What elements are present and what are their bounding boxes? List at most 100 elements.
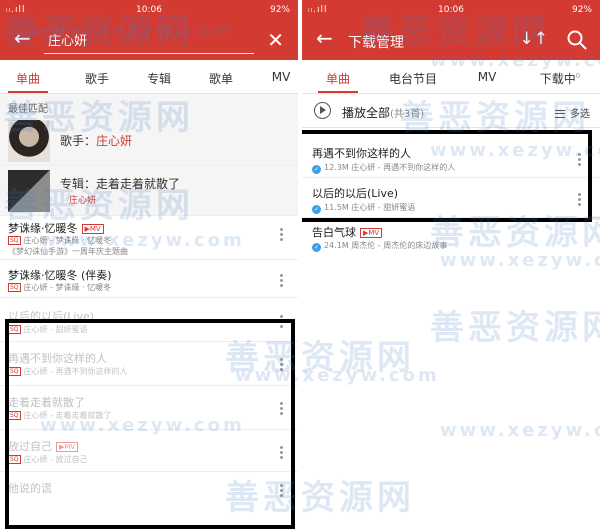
list-item[interactable]: 放过自己 ▶MV SQ 庄心妍 - 放过自己 — [0, 430, 298, 472]
best-match-artist[interactable]: 歌手：庄心妍 — [0, 116, 298, 166]
song-count: (共3首) — [390, 109, 425, 120]
list-item[interactable]: 告白气球 ▶MV ✓ 24.1M 周杰伦 - 周杰伦的床边故事 — [302, 218, 600, 256]
highlighted-song-group: 以后的以后(Live) SQ 庄心妍 - 甜妍蜜语 再遇不到你这样的人 SQ 庄心妍… — [0, 298, 298, 502]
downloaded-check-icon: ✓ — [312, 165, 321, 174]
status-bar: ᵢₗ.ıll 10:06 92% — [0, 0, 298, 20]
download-tabs: 单曲 电台节目 MV 下载中0 — [302, 60, 600, 94]
best-match-album[interactable]: 专辑：走着走着就散了 庄心妍 — [0, 166, 298, 216]
list-item[interactable]: 梦诛缘·忆暖冬 ▶MV SQ 庄心妍 - 梦诛缘 · 忆暖冬 《梦幻诛仙手游》一周年… — [0, 216, 298, 260]
list-item[interactable]: 再遇不到你这样的人 SQ 庄心妍 - 再遇不到你这样的人 — [0, 342, 298, 386]
search-icon[interactable] — [566, 29, 588, 51]
song-title: 梦诛缘·忆暖冬 (伴奏) — [8, 269, 112, 282]
search-app-bar: ← ✕ — [0, 20, 298, 60]
status-bar: ᵢₗ.ıll 10:06 92% — [302, 0, 600, 20]
song-meta: 庄心妍 - 再遇不到你这样的人 — [351, 163, 456, 172]
album-name: 走着走着就散了 — [96, 177, 181, 191]
clear-search-icon[interactable]: ✕ — [267, 28, 284, 52]
status-time: 10:06 — [438, 5, 464, 15]
best-match-heading: 最佳匹配 — [0, 94, 298, 116]
song-meta: 庄心妍 - 甜妍蜜语 — [351, 203, 416, 212]
song-title: 以后的以后(Live) — [312, 187, 399, 200]
download-app-bar: ← 下载管理 ↓↑ — [302, 20, 600, 60]
sort-icon[interactable]: ↓↑ — [520, 29, 549, 49]
song-meta: 庄心妍 - 再遇不到你这样的人 — [23, 367, 128, 376]
sq-badge: SQ — [8, 411, 21, 420]
more-options-icon[interactable] — [278, 400, 284, 417]
list-item[interactable]: 以后的以后(Live) SQ 庄心妍 - 甜妍蜜语 — [0, 298, 298, 342]
tab-artists[interactable]: 歌手 — [80, 70, 114, 87]
file-size: 24.1M — [324, 241, 349, 250]
play-circle-icon[interactable] — [314, 102, 331, 119]
download-manager-screen: ᵢₗ.ıll 10:06 92% ← 下载管理 ↓↑ 单曲 电台节目 MV 下载… — [302, 0, 600, 531]
list-item[interactable]: 再遇不到你这样的人 ✓ 12.3M 庄心妍 - 再遇不到你这样的人 — [302, 138, 600, 178]
file-size: 11.5M — [324, 203, 349, 212]
tab-radio[interactable]: 电台节目 — [388, 70, 438, 87]
song-meta: 庄心妍 - 梦诛缘 · 忆暖冬 — [23, 236, 112, 245]
list-item[interactable]: 以后的以后(Live) ✓ 11.5M 庄心妍 - 甜妍蜜语 — [302, 178, 600, 218]
tab-mv[interactable]: MV — [268, 70, 294, 84]
list-item[interactable]: 梦诛缘·忆暖冬 (伴奏) SQ 庄心妍 - 梦诛缘 · 忆暖冬 — [0, 260, 298, 298]
more-options-icon[interactable] — [278, 482, 284, 499]
album-cover — [8, 170, 50, 212]
song-title: 梦诛缘·忆暖冬 — [8, 222, 78, 235]
sq-badge: SQ — [8, 367, 21, 376]
list-icon — [555, 110, 565, 118]
list-item[interactable]: 他说的谎 — [0, 472, 298, 502]
tab-albums[interactable]: 专辑 — [142, 70, 176, 87]
search-input[interactable] — [44, 32, 254, 47]
mv-badge[interactable]: ▶MV — [81, 224, 104, 234]
song-title: 走着走着就散了 — [8, 396, 85, 409]
active-tab-indicator — [318, 91, 358, 93]
play-all-bar[interactable]: 播放全部(共3首) 多选 — [302, 94, 600, 128]
more-options-icon[interactable] — [278, 356, 284, 373]
more-options-icon[interactable] — [278, 444, 284, 461]
empty-area — [302, 290, 600, 531]
more-options-icon[interactable] — [278, 313, 284, 330]
more-options-icon[interactable] — [278, 272, 284, 289]
multi-select-button[interactable]: 多选 — [555, 105, 590, 120]
battery-indicator: 92% — [269, 5, 290, 15]
tab-songs[interactable]: 单曲 — [10, 70, 46, 87]
song-title: 以后的以后(Live) — [8, 310, 95, 323]
results-list: 最佳匹配 歌手：庄心妍 专辑：走着走着就散了 庄心妍 梦诛缘·忆暖冬 ▶MV SQ… — [0, 94, 298, 502]
artist-avatar — [8, 120, 50, 162]
song-title: 告白气球 — [312, 226, 356, 239]
search-field[interactable] — [44, 30, 254, 54]
song-meta: 庄心妍 - 走着走着就散了 — [23, 411, 112, 420]
sq-badge: SQ — [8, 455, 21, 464]
song-title: 再遇不到你这样的人 — [8, 352, 107, 365]
sq-badge: SQ — [8, 236, 21, 245]
song-title: 他说的谎 — [8, 482, 52, 495]
mv-badge[interactable]: ▶MV — [360, 228, 383, 238]
album-artist: 庄心妍 — [69, 196, 97, 206]
back-arrow-icon[interactable]: ← — [14, 28, 31, 48]
active-tab-indicator — [8, 91, 48, 93]
album-prefix: 专辑： — [60, 177, 97, 191]
search-results-screen: ᵢₗ.ıll 10:06 92% ← ✕ 单曲 歌手 专辑 歌单 MV 最佳匹配… — [0, 0, 298, 531]
file-size: 12.3M — [324, 163, 349, 172]
downloaded-check-icon: ✓ — [312, 243, 321, 252]
song-meta: 周杰伦 - 周杰伦的床边故事 — [351, 241, 448, 250]
tab-songs[interactable]: 单曲 — [318, 70, 358, 87]
sq-badge: SQ — [8, 283, 21, 292]
battery-indicator: 92% — [571, 5, 592, 15]
downloading-count: 0 — [575, 72, 581, 80]
back-arrow-icon[interactable]: ← — [316, 28, 333, 48]
more-options-icon[interactable] — [576, 151, 582, 168]
more-options-icon[interactable] — [576, 191, 582, 208]
tab-mv[interactable]: MV — [474, 70, 500, 84]
song-title: 再遇不到你这样的人 — [312, 147, 411, 160]
tab-downloading[interactable]: 下载中0 — [538, 70, 582, 87]
tab-playlists[interactable]: 歌单 — [204, 70, 238, 87]
more-options-icon[interactable] — [278, 226, 284, 243]
page-title: 下载管理 — [348, 35, 404, 51]
sq-badge: SQ — [8, 325, 21, 334]
mv-badge[interactable]: ▶MV — [56, 442, 79, 452]
artist-name: 庄心妍 — [96, 134, 133, 148]
song-meta: 庄心妍 - 甜妍蜜语 — [23, 325, 88, 334]
list-item[interactable]: 走着走着就散了 SQ 庄心妍 - 走着走着就散了 — [0, 386, 298, 430]
play-all-label: 播放全部 — [342, 106, 391, 120]
song-meta: 庄心妍 - 梦诛缘 · 忆暖冬 — [23, 283, 112, 292]
song-description: 《梦幻诛仙手游》一周年庆主题曲 — [8, 247, 128, 256]
result-tabs: 单曲 歌手 专辑 歌单 MV — [0, 60, 298, 94]
